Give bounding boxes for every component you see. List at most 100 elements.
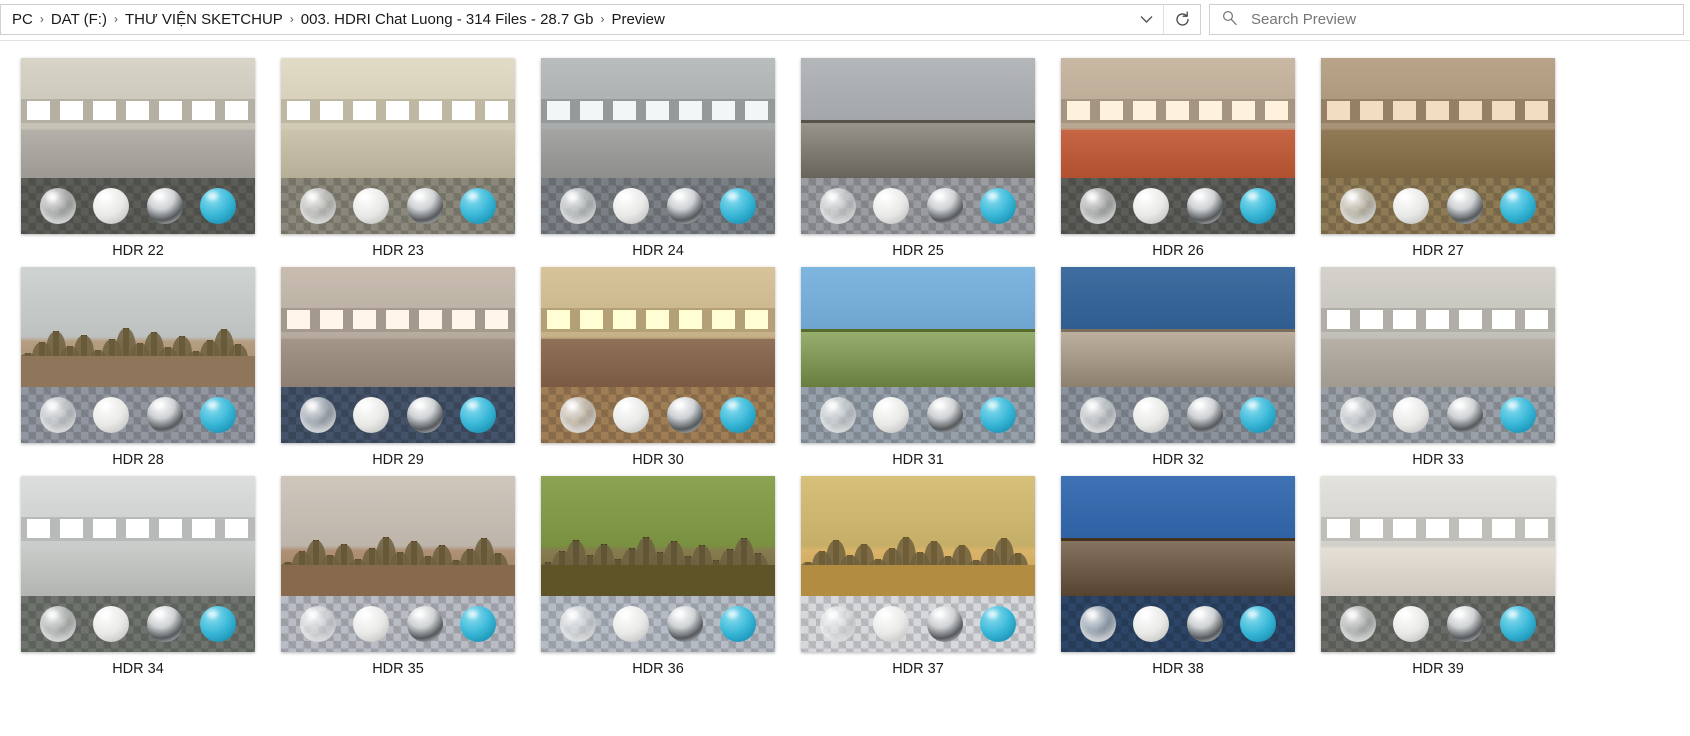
grid-item[interactable]: HDR 35 xyxy=(268,473,528,682)
grid-item[interactable]: HDR 23 xyxy=(268,55,528,264)
thumbnail[interactable] xyxy=(1321,475,1555,653)
sphere-cyan xyxy=(200,605,237,642)
thumbnail[interactable] xyxy=(1061,57,1295,235)
search-input[interactable] xyxy=(1251,11,1683,28)
thumbnail[interactable] xyxy=(21,475,255,653)
sphere-chrome xyxy=(146,605,183,642)
grid-item[interactable]: HDR 33 xyxy=(1308,264,1568,473)
breadcrumb-item-preview[interactable]: Preview xyxy=(606,5,669,34)
sphere-diffuse xyxy=(1393,396,1430,433)
breadcrumb-separator-icon: › xyxy=(39,12,44,26)
sphere-chrome xyxy=(1446,605,1483,642)
sphere-cyan xyxy=(720,605,757,642)
breadcrumb-item-hdri-folder[interactable]: 003. HDRI Chat Luong - 314 Files - 28.7 … xyxy=(296,5,599,34)
grid-item-label: HDR 36 xyxy=(632,661,684,677)
grid-item[interactable]: HDR 36 xyxy=(528,473,788,682)
panorama-preview xyxy=(541,267,775,387)
grid-item-label: HDR 38 xyxy=(1152,661,1204,677)
thumbnail[interactable] xyxy=(21,57,255,235)
sphere-diffuse xyxy=(353,187,390,224)
grid-item[interactable]: HDR 27 xyxy=(1308,55,1568,264)
grid-item-label: HDR 28 xyxy=(112,452,164,468)
sphere-glass xyxy=(559,187,596,224)
grid-item[interactable]: HDR 38 xyxy=(1048,473,1308,682)
sphere-glass xyxy=(299,187,336,224)
sphere-cyan xyxy=(720,187,757,224)
panorama-preview xyxy=(801,267,1035,387)
sphere-chrome xyxy=(666,396,703,433)
grid-item[interactable]: HDR 39 xyxy=(1308,473,1568,682)
grid-item[interactable]: HDR 29 xyxy=(268,264,528,473)
refresh-button[interactable] xyxy=(1163,4,1201,35)
thumbnail[interactable] xyxy=(1321,57,1555,235)
thumbnail[interactable] xyxy=(541,266,775,444)
grid-item-label: HDR 29 xyxy=(372,452,424,468)
breadcrumb-item-pc[interactable]: PC xyxy=(7,5,38,34)
file-grid-area[interactable]: HDR 22 HDR 23 HDR 24 HDR 25 HDR 26 HDR 2… xyxy=(0,41,1690,736)
sphere-glass xyxy=(819,187,856,224)
thumbnail[interactable] xyxy=(801,266,1035,444)
grid-item[interactable]: HDR 24 xyxy=(528,55,788,264)
sphere-diffuse xyxy=(93,396,130,433)
thumbnail[interactable] xyxy=(281,266,515,444)
panorama-preview xyxy=(21,476,255,596)
sphere-cyan xyxy=(1500,396,1537,433)
sphere-chrome xyxy=(1446,187,1483,224)
address-bar: PC › DAT (F:) › THƯ VIỆN SKETCHUP › 003.… xyxy=(0,0,1690,41)
grid-item[interactable]: HDR 32 xyxy=(1048,264,1308,473)
thumbnail[interactable] xyxy=(541,57,775,235)
grid-item[interactable]: HDR 22 xyxy=(8,55,268,264)
sphere-cyan xyxy=(720,396,757,433)
grid-item-label: HDR 22 xyxy=(112,243,164,259)
grid-item-label: HDR 31 xyxy=(892,452,944,468)
panorama-preview xyxy=(281,476,515,596)
sphere-test-strip xyxy=(1321,177,1555,234)
sphere-cyan xyxy=(980,396,1017,433)
sphere-chrome xyxy=(406,396,443,433)
thumbnail[interactable] xyxy=(1061,266,1295,444)
grid-item[interactable]: HDR 28 xyxy=(8,264,268,473)
thumbnail[interactable] xyxy=(1321,266,1555,444)
sphere-chrome xyxy=(146,187,183,224)
refresh-icon xyxy=(1175,11,1189,26)
grid-item-label: HDR 37 xyxy=(892,661,944,677)
sphere-glass xyxy=(39,605,76,642)
panorama-preview xyxy=(1321,267,1555,387)
breadcrumb[interactable]: PC › DAT (F:) › THƯ VIỆN SKETCHUP › 003.… xyxy=(0,4,1163,35)
thumbnail[interactable] xyxy=(801,475,1035,653)
sphere-diffuse xyxy=(873,187,910,224)
sphere-test-strip xyxy=(21,386,255,443)
thumbnail[interactable] xyxy=(281,57,515,235)
sphere-test-strip xyxy=(1061,386,1295,443)
thumbnail[interactable] xyxy=(21,266,255,444)
sphere-glass xyxy=(819,396,856,433)
sphere-test-strip xyxy=(21,595,255,652)
grid-item[interactable]: HDR 34 xyxy=(8,473,268,682)
grid-item-label: HDR 39 xyxy=(1412,661,1464,677)
breadcrumb-item-dat[interactable]: DAT (F:) xyxy=(46,5,112,34)
breadcrumb-item-thuvien[interactable]: THƯ VIỆN SKETCHUP xyxy=(120,5,288,34)
thumbnail[interactable] xyxy=(281,475,515,653)
thumbnail[interactable] xyxy=(541,475,775,653)
search-box[interactable] xyxy=(1209,4,1684,35)
sphere-glass xyxy=(39,187,76,224)
sphere-glass xyxy=(1079,396,1116,433)
sphere-glass xyxy=(299,396,336,433)
sphere-glass xyxy=(1079,187,1116,224)
chevron-down-icon[interactable] xyxy=(1129,5,1163,34)
grid-item[interactable]: HDR 30 xyxy=(528,264,788,473)
grid-item[interactable]: HDR 25 xyxy=(788,55,1048,264)
grid-item-label: HDR 34 xyxy=(112,661,164,677)
grid-item[interactable]: HDR 37 xyxy=(788,473,1048,682)
sphere-cyan xyxy=(200,396,237,433)
thumbnail[interactable] xyxy=(1061,475,1295,653)
thumbnail[interactable] xyxy=(801,57,1035,235)
sphere-glass xyxy=(1339,187,1376,224)
sphere-test-strip xyxy=(1321,595,1555,652)
sphere-test-strip xyxy=(541,386,775,443)
sphere-test-strip xyxy=(801,386,1035,443)
panorama-preview xyxy=(541,476,775,596)
sphere-diffuse xyxy=(353,605,390,642)
grid-item[interactable]: HDR 31 xyxy=(788,264,1048,473)
grid-item[interactable]: HDR 26 xyxy=(1048,55,1308,264)
